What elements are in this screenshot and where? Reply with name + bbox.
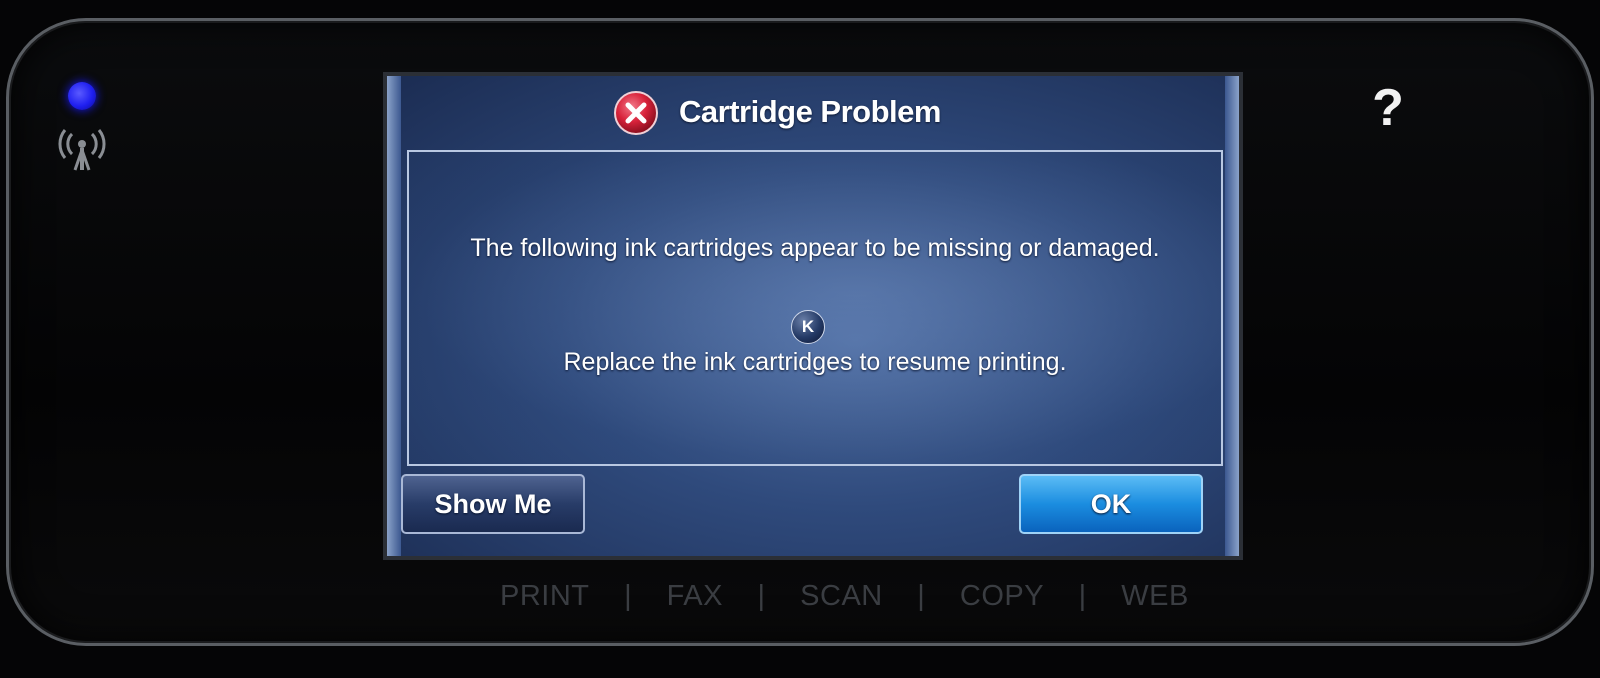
mode-separator: | [624,580,633,612]
error-x-icon [614,91,658,135]
black-cartridge-badge: K [791,310,825,344]
mode-scan[interactable]: SCAN [800,578,883,614]
wireless-status-led [68,82,96,110]
mode-separator: | [917,580,926,612]
screen-edge-left [387,76,401,556]
mode-separator: | [757,580,766,612]
error-message: The following ink cartridges appear to b… [470,234,1160,262]
mode-print[interactable]: PRINT [500,578,590,614]
screen-edge-right [1225,76,1239,556]
mode-bar: PRINT | FAX | SCAN | COPY | WEB [500,578,1189,614]
mode-copy[interactable]: COPY [960,578,1044,614]
instruction-message: Replace the ink cartridges to resume pri… [563,348,1067,376]
mode-web[interactable]: WEB [1121,578,1189,614]
mode-fax[interactable]: FAX [667,578,723,614]
message-panel: The following ink cartridges appear to b… [407,150,1223,466]
ok-button[interactable]: OK [1019,474,1203,534]
help-button[interactable]: ? [1368,80,1408,136]
wireless-antenna-icon[interactable] [56,128,108,176]
dialog-title-bar: Cartridge Problem [387,76,1239,146]
touch-screen: Cartridge Problem The following ink cart… [383,72,1243,560]
show-me-button[interactable]: Show Me [401,474,585,534]
mode-separator: | [1078,580,1087,612]
dialog-title: Cartridge Problem [679,94,941,129]
